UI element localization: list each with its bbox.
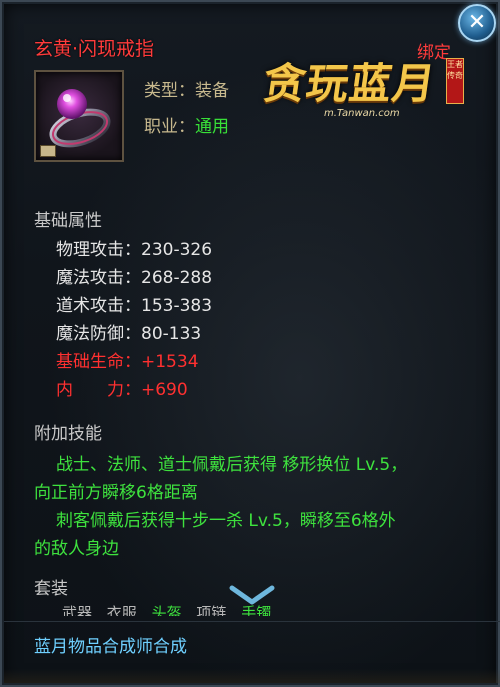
base-attrs-title: 基础属性 <box>34 211 102 231</box>
stat-row: 物理攻击：230-326 <box>56 240 213 260</box>
skill-text: 战士、法师、道士佩戴后获得 移形换位 Lv.5， <box>56 455 408 475</box>
logo-seal: 王者传奇 <box>446 58 464 104</box>
logo-url: m.Tanwan.com <box>324 108 400 119</box>
bottom-decoration <box>4 669 500 683</box>
suit-piece: 头盔 <box>151 604 182 616</box>
stat-row: 内 力：+690 <box>56 380 188 400</box>
stat-row: 道术攻击：153-383 <box>56 296 213 316</box>
suit-pieces: 武器 衣服 头盔 项链 手镯 <box>62 602 322 616</box>
close-icon[interactable]: ✕ <box>458 4 496 42</box>
bound-badge-icon <box>40 145 56 157</box>
crafter-text: 蓝月物品合成师合成 <box>34 637 187 657</box>
chevron-down-icon[interactable] <box>228 584 276 606</box>
item-job: 职业：通用 <box>144 117 229 137</box>
stat-row: 基础生命：+1534 <box>56 352 199 372</box>
item-tooltip: ✕ 玄黄·闪现戒指 绑定 类型：装备 职业：通用 贪玩蓝月 王者传奇 m.Tan… <box>0 0 500 687</box>
stat-row: 魔法防御：80-133 <box>56 324 202 344</box>
suit-piece: 项链 <box>196 604 227 616</box>
logo-title: 贪玩蓝月 <box>260 59 440 108</box>
ring-icon <box>49 89 111 148</box>
skill-text: 的敌人身边 <box>34 539 119 559</box>
skill-text: 刺客佩戴后获得十步一杀 Lv.5，瞬移至6格外 <box>56 511 396 531</box>
item-name: 玄黄·闪现戒指 <box>34 38 155 60</box>
skills-title: 附加技能 <box>34 424 102 444</box>
game-logo: 贪玩蓝月 王者传奇 m.Tanwan.com <box>260 50 464 130</box>
suit-piece: 衣服 <box>106 604 137 616</box>
item-type: 类型：装备 <box>144 81 229 101</box>
suit-title: 套装 <box>34 579 68 599</box>
skill-text: 向正前方瞬移6格距离 <box>34 483 198 503</box>
stat-row: 魔法攻击：268-288 <box>56 268 213 288</box>
divider <box>4 621 500 622</box>
suit-piece: 武器 <box>62 604 93 616</box>
item-icon-slot[interactable] <box>34 70 124 162</box>
